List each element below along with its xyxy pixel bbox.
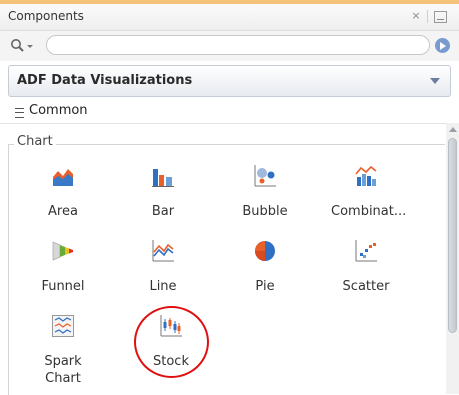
section-label: Common [29, 103, 88, 118]
library-selected-value: ADF Data Visualizations [17, 73, 193, 88]
category-label: Chart [14, 134, 56, 149]
search-row [0, 31, 459, 61]
component-label: Pie [255, 279, 275, 294]
component-label: Bar [151, 204, 175, 219]
search-go-icon[interactable] [435, 38, 450, 53]
spark-chart-icon [52, 315, 74, 337]
component-area[interactable]: Area [28, 165, 98, 225]
annotation-highlight-ring [134, 306, 209, 378]
component-bar[interactable]: Bar [128, 165, 198, 225]
section-header-common[interactable]: Common [0, 101, 459, 124]
bubble-chart-icon [254, 165, 276, 187]
library-dropdown[interactable]: ADF Data Visualizations [8, 65, 451, 97]
component-combination[interactable]: Combinat... [331, 165, 407, 225]
component-spark-chart[interactable]: Spark Chart [28, 315, 98, 386]
component-label: Spark Chart [44, 354, 82, 386]
component-bubble[interactable]: Bubble [230, 165, 300, 225]
minimize-icon[interactable] [434, 11, 447, 23]
search-input[interactable] [46, 35, 430, 55]
component-pie[interactable]: Pie [230, 240, 300, 300]
component-label: Area [48, 204, 78, 219]
combination-chart-icon [355, 165, 377, 187]
line-chart-icon [152, 240, 174, 262]
component-label: Line [149, 279, 177, 294]
component-label: Funnel [41, 279, 85, 294]
component-label: Scatter [342, 279, 390, 294]
area-chart-icon [52, 165, 74, 187]
panel-titlebar: Components × [0, 4, 459, 31]
scatter-chart-icon [355, 240, 377, 262]
bar-chart-icon [152, 165, 174, 187]
component-label: Bubble [242, 204, 288, 219]
funnel-chart-icon [52, 240, 74, 262]
pie-chart-icon [254, 240, 276, 262]
panel-title: Components [8, 9, 84, 23]
vertical-scrollbar[interactable] [446, 123, 459, 394]
search-options-icon[interactable] [10, 38, 40, 54]
component-label: Combinat... [331, 204, 407, 219]
component-scatter[interactable]: Scatter [331, 240, 401, 300]
collapse-icon[interactable] [15, 108, 24, 118]
close-icon[interactable]: × [410, 10, 422, 22]
component-funnel[interactable]: Funnel [28, 240, 98, 300]
titlebar-separator [427, 10, 428, 23]
component-line[interactable]: Line [128, 240, 198, 300]
components-panel: Components × ADF Data Visualizations Com… [0, 0, 459, 395]
chevron-down-icon [430, 78, 440, 84]
scroll-up-icon[interactable] [449, 127, 457, 132]
scroll-thumb[interactable] [448, 138, 457, 333]
